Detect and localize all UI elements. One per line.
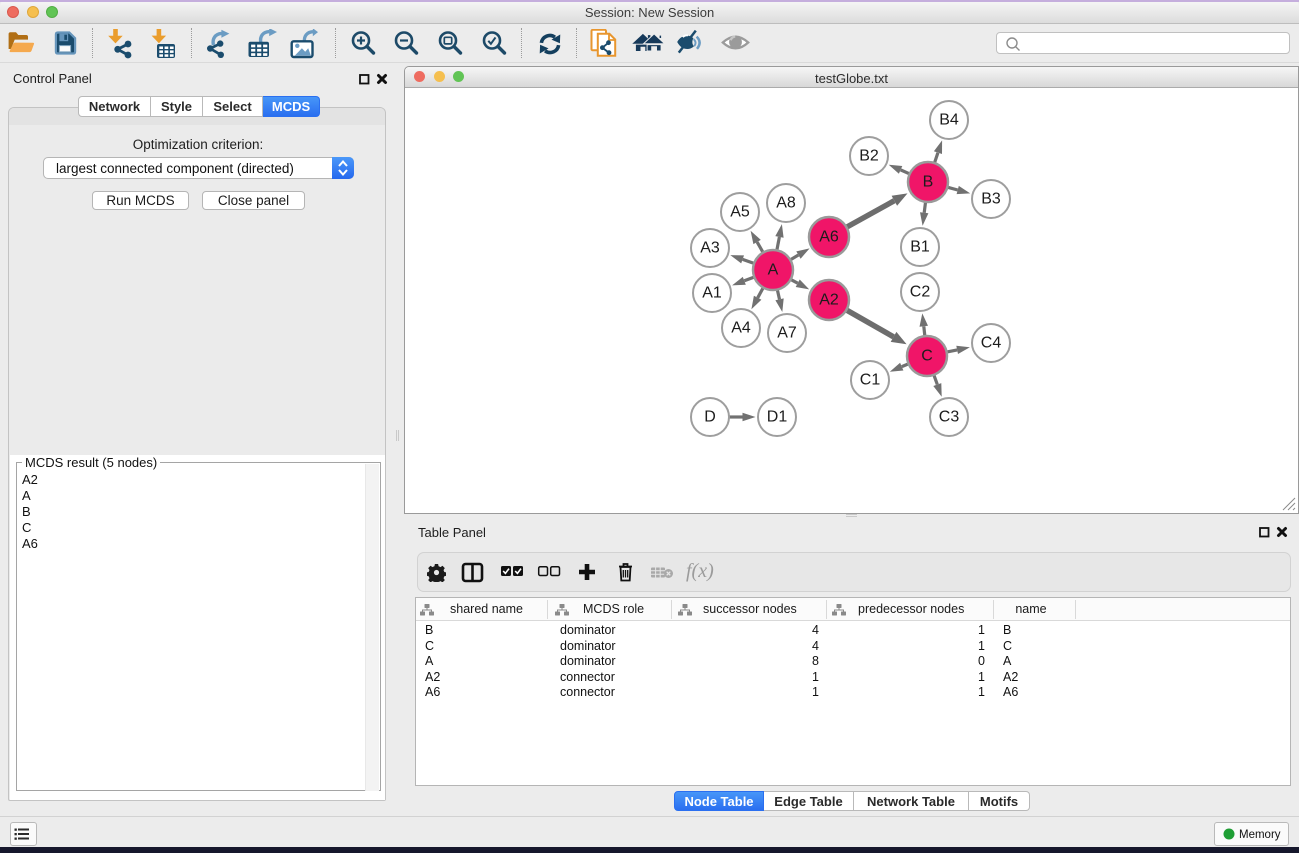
svg-text:D1: D1 — [767, 409, 788, 426]
svg-text:C4: C4 — [981, 335, 1002, 352]
svg-text:C2: C2 — [910, 284, 931, 301]
svg-text:A1: A1 — [702, 285, 722, 302]
svg-text:B3: B3 — [981, 191, 1001, 208]
svg-text:A5: A5 — [730, 204, 750, 221]
svg-text:A3: A3 — [700, 240, 720, 257]
svg-text:A4: A4 — [731, 320, 751, 337]
svg-text:C3: C3 — [939, 409, 960, 426]
svg-text:A8: A8 — [776, 195, 796, 212]
svg-text:Memory: Memory — [1239, 829, 1281, 841]
svg-text:B1: B1 — [910, 239, 930, 256]
svg-text:C1: C1 — [860, 372, 881, 389]
svg-text:A2: A2 — [819, 292, 839, 309]
svg-text:C: C — [921, 348, 933, 365]
svg-text:B2: B2 — [859, 148, 879, 165]
svg-text:D: D — [704, 409, 716, 426]
svg-text:A: A — [768, 262, 779, 279]
svg-text:A7: A7 — [777, 325, 797, 342]
svg-text:B: B — [923, 174, 934, 191]
svg-text:B4: B4 — [939, 112, 959, 129]
svg-text:A6: A6 — [819, 229, 839, 246]
